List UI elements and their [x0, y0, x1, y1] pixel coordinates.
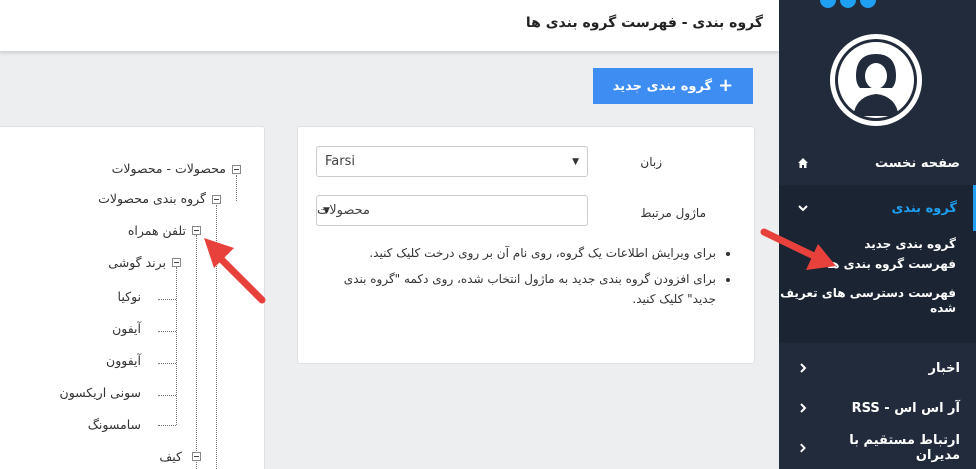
collapse-icon[interactable] — [232, 165, 241, 174]
sidebar-item-contact-admins[interactable]: ارتباط مستقیم با مدیران — [779, 428, 976, 468]
form-panel: زبان Farsi ▼ ماژول مرتبط محصولات ▼ برای … — [297, 126, 755, 364]
dropdown-arrow-icon: ▼ — [572, 156, 579, 167]
collapse-icon[interactable] — [212, 195, 221, 204]
tree-line — [196, 235, 197, 469]
sidebar-item-news[interactable]: اخبار — [779, 348, 976, 388]
tree-line — [236, 175, 237, 201]
tree-node-mobile[interactable]: تلفن همراه — [128, 223, 186, 238]
tree-node-root[interactable]: محصولات - محصولات — [112, 161, 226, 176]
category-tree: محصولات - محصولات گروه بندی محصولات تلفن… — [0, 126, 265, 469]
tree-line — [158, 299, 176, 300]
tree-line — [158, 425, 176, 426]
submenu-permissions-list[interactable]: فهرست دسترسی های تعریف شده — [779, 286, 956, 316]
collapse-icon[interactable] — [192, 226, 201, 235]
dropdown-arrow-icon: ▼ — [323, 205, 330, 216]
help-notes: برای ویرایش اطلاعات یک گروه، روی نام آن … — [342, 243, 732, 315]
tree-node-phone-brand[interactable]: برند گوشی — [108, 255, 166, 270]
language-value: Farsi — [325, 154, 355, 169]
language-label: زبان — [640, 155, 662, 169]
tree-node-brand[interactable]: آیفون — [112, 321, 141, 336]
avatar — [830, 34, 922, 126]
sidebar-submenu: گروه بندی جدید فهرست گروه بندی ها فهرست … — [779, 231, 976, 343]
tree-node-product-groups[interactable]: گروه بندی محصولات — [98, 191, 206, 206]
chevron-right-icon — [800, 403, 807, 413]
note-edit: برای ویرایش اطلاعات یک گروه، روی نام آن … — [342, 243, 716, 263]
tree-node-brand[interactable]: سامسونگ — [88, 417, 141, 432]
new-group-label: گروه بندی جدید — [612, 78, 713, 94]
logo — [816, 0, 876, 12]
language-select[interactable]: Farsi ▼ — [316, 146, 588, 177]
tree-line — [158, 363, 176, 364]
sidebar-item-home[interactable]: صفحه نخست — [779, 143, 976, 183]
sidebar-item-label: اخبار — [928, 360, 961, 376]
submenu-group-list[interactable]: فهرست گروه بندی ها — [779, 257, 956, 272]
sidebar-item-label: ارتباط مستقیم با مدیران — [849, 433, 960, 463]
tree-node-brand[interactable]: آیفوون — [106, 353, 141, 368]
sidebar-item-grouping[interactable]: گروه بندی — [779, 185, 976, 231]
collapse-icon[interactable] — [172, 258, 181, 267]
sidebar-item-label: آر اس اس - RSS — [851, 400, 960, 416]
home-icon — [798, 158, 808, 168]
plus-icon: + — [718, 75, 734, 96]
chevron-down-icon — [798, 205, 808, 212]
page-header: گروه بندی - فهرست گروه بندی ها — [0, 0, 779, 52]
tree-line — [158, 331, 176, 332]
tree-line — [158, 395, 176, 396]
sidebar-item-label: گروه بندی — [891, 200, 957, 216]
sidebar-item-label: صفحه نخست — [875, 155, 960, 171]
page-title: گروه بندی - فهرست گروه بندی ها — [525, 15, 763, 31]
chevron-right-icon — [800, 443, 806, 453]
sidebar-item-rss[interactable]: آر اس اس - RSS — [779, 388, 976, 428]
tree-node-brand[interactable]: سونی اریکسون — [60, 385, 141, 400]
chevron-right-icon — [800, 363, 807, 373]
note-add: برای افزودن گروه بندی جدید به ماژول انتخ… — [342, 269, 716, 309]
module-label: ماژول مرتبط — [640, 206, 706, 220]
new-group-button[interactable]: + گروه بندی جدید — [593, 68, 753, 104]
tree-line — [216, 205, 217, 469]
tree-node-brand[interactable]: نوکیا — [118, 289, 141, 304]
module-select[interactable]: محصولات ▼ — [316, 195, 588, 226]
sidebar: صفحه نخست گروه بندی گروه بندی جدید فهرست… — [779, 0, 976, 469]
submenu-new-group[interactable]: گروه بندی جدید — [779, 237, 956, 252]
tree-line — [176, 267, 177, 425]
expand-icon[interactable] — [192, 452, 201, 461]
tree-node-bag[interactable]: کیف — [159, 449, 182, 464]
